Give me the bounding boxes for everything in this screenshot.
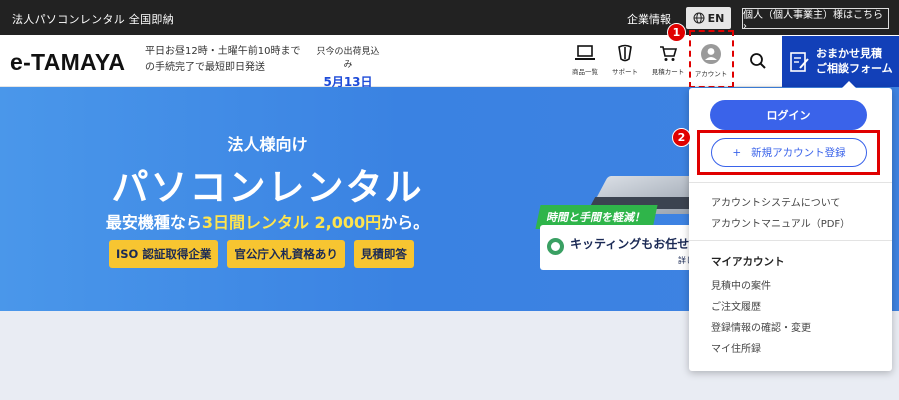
edit-form-icon (790, 52, 809, 72)
language-label: EN (707, 11, 725, 25)
hero-tags: ISO 認証取得企業 官公庁入札資格あり 見積即答 (109, 240, 414, 268)
registration-info-link[interactable]: 登録情報の確認・変更 (711, 319, 811, 334)
kitting-text: キッティングもお任せ (570, 237, 690, 251)
top-bar: 法人パソコンレンタル 全国即納 企業情報 EN 個人（個人事業主）様はこちら › (0, 0, 899, 35)
nav-cart[interactable]: 見積カート (650, 41, 686, 85)
hero-tag: ISO 認証取得企業 (109, 240, 219, 268)
nav-support-label: サポート (612, 68, 638, 76)
account-dropdown: ログイン + 新規アカウント登録 アカウントシステムについて アカウントマニュア… (689, 81, 892, 371)
quote-consultation-button[interactable]: おまかせ見積 ご相談フォーム (782, 36, 899, 87)
account-highlight-box (689, 30, 734, 88)
hero-kitting-banner: キッティングもお任せ 詳し (540, 225, 700, 270)
my-account-heading: マイアカウント (711, 256, 785, 268)
signup-button[interactable]: + 新規アカウント登録 (711, 138, 867, 167)
shipping-estimate-caption: 只今の出荷見込み (316, 47, 380, 70)
quote-button-label: おまかせ見積 ご相談フォーム (816, 46, 893, 76)
step-badge-1: 1 (667, 23, 686, 42)
shipping-note-line2: の手続完了で最短即日発送 (145, 62, 265, 73)
nav-cart-label: 見積カート (651, 68, 685, 76)
hero-price-highlight: 3日間レンタル 2,000円 (201, 213, 382, 232)
individual-customer-link[interactable]: 個人（個人事業主）様はこちら › (742, 8, 889, 32)
language-button[interactable]: EN (686, 7, 731, 29)
plus-icon: + (732, 146, 742, 159)
globe-icon (693, 12, 705, 24)
corporate-info-link[interactable]: 企業情報 (627, 11, 671, 27)
order-history-link[interactable]: ご注文履歴 (711, 298, 761, 313)
hero-tag: 官公庁入札資格あり (227, 240, 345, 268)
nav-products[interactable]: 商品一覧 (567, 41, 603, 85)
site-logo[interactable]: e-TAMAYA (10, 49, 125, 76)
account-manual-link[interactable]: アカウントマニュアル（PDF） (711, 215, 850, 230)
cart-icon (660, 46, 678, 61)
divider (689, 240, 892, 241)
pending-quotes-link[interactable]: 見積中の案件 (711, 277, 771, 292)
shipping-note-line1: 平日お昼12時・土曜午前10時まで (145, 46, 301, 57)
quote-line1: おまかせ見積 (816, 47, 882, 60)
address-book-link[interactable]: マイ住所録 (711, 340, 761, 355)
search-icon (750, 53, 766, 69)
support-icon (618, 44, 632, 62)
login-button[interactable]: ログイン (710, 100, 867, 130)
step-badge-2: 2 (672, 128, 691, 147)
shipping-note: 平日お昼12時・土曜午前10時まで の手続完了で最短即日発送 (145, 44, 300, 76)
hero-tag: 見積即答 (353, 240, 414, 268)
hero-price-line: 最安機種なら3日間レンタル 2,000円から。 (0, 209, 535, 233)
gear-icon (547, 238, 564, 255)
hero-price-prefix: 最安機種なら (105, 213, 202, 232)
hero-subtitle: 法人様向け (227, 135, 308, 154)
nav-products-label: 商品一覧 (572, 68, 598, 76)
nav-support[interactable]: サポート (607, 41, 643, 85)
divider (689, 182, 892, 183)
hero-title: パソコンレンタル (111, 166, 424, 209)
laptop-icon (575, 45, 595, 60)
site-tagline: 法人パソコンレンタル 全国即納 (12, 13, 174, 26)
hero-price-suffix: から。 (381, 213, 430, 232)
quote-line2: ご相談フォーム (816, 62, 893, 75)
signup-label: 新規アカウント登録 (751, 147, 846, 159)
search-button[interactable] (739, 36, 777, 86)
account-system-link[interactable]: アカウントシステムについて (711, 194, 840, 209)
